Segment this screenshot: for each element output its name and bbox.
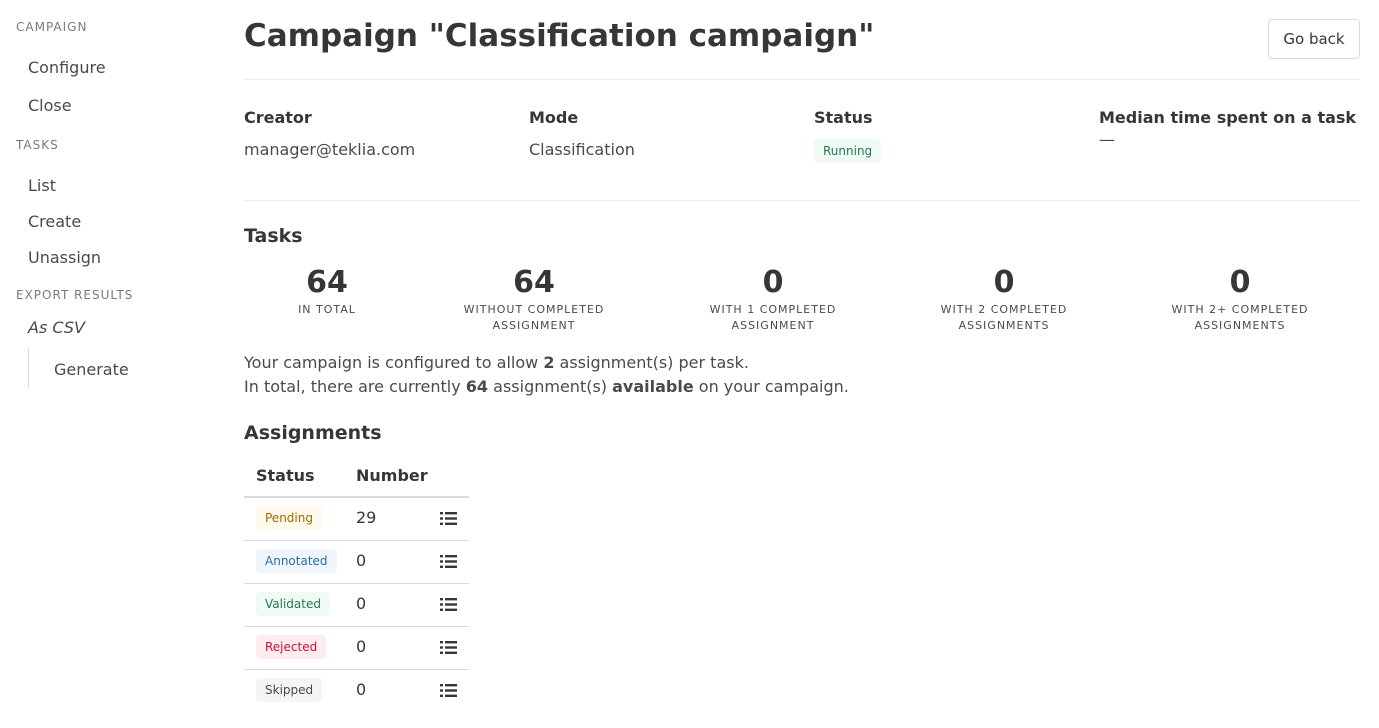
table-row: Rejected 0 <box>244 627 469 670</box>
column-header-status: Status <box>256 466 315 485</box>
stat-with-1-completed: 0 WITH 1 COMPLETED ASSIGNMENT <box>698 266 848 334</box>
stat-value: 64 <box>513 265 555 300</box>
mode-label: Mode <box>529 108 579 127</box>
stat-in-total: 64 IN TOTAL <box>267 266 387 318</box>
status-badge-annotated: Annotated <box>256 549 337 573</box>
status-badge-validated: Validated <box>256 592 330 616</box>
sidebar-item-unassign[interactable]: Unassign <box>28 248 101 267</box>
sidebar-item-configure[interactable]: Configure <box>28 58 106 77</box>
count-value: 0 <box>356 551 367 570</box>
stat-label: WITH 2 COMPLETED <box>940 303 1068 316</box>
list-icon[interactable] <box>440 510 457 527</box>
stat-label: IN TOTAL <box>298 303 356 316</box>
status-badge-skipped: Skipped <box>256 678 323 702</box>
sidebar-item-close[interactable]: Close <box>28 96 72 115</box>
tasks-title: Tasks <box>244 225 303 247</box>
column-header-number: Number <box>356 466 428 485</box>
median-time-label: Median time spent on a task <box>1099 108 1357 127</box>
stat-without-completed: 64 WITHOUT COMPLETED ASSIGNMENT <box>454 266 614 334</box>
list-icon[interactable] <box>440 553 457 570</box>
table-row: Pending 29 <box>244 498 469 541</box>
stat-value: 64 <box>306 265 348 300</box>
stat-label: WITH 2+ COMPLETED <box>1171 303 1309 316</box>
table-row: Annotated 0 <box>244 541 469 584</box>
list-icon[interactable] <box>440 682 457 699</box>
stat-value: 0 <box>1229 265 1251 300</box>
stat-label: ASSIGNMENT <box>492 319 576 332</box>
assignments-title: Assignments <box>244 422 382 444</box>
stat-label: ASSIGNMENT <box>731 319 815 332</box>
stat-value: 0 <box>762 265 784 300</box>
creator-value: manager@teklia.com <box>244 140 416 159</box>
submenu-divider <box>28 348 29 388</box>
stat-label: WITH 1 COMPLETED <box>709 303 837 316</box>
stat-with-2plus-completed: 0 WITH 2+ COMPLETED ASSIGNMENTS <box>1160 266 1320 334</box>
median-time-value: — <box>1099 130 1115 149</box>
stat-value: 0 <box>993 265 1015 300</box>
list-icon[interactable] <box>440 596 457 613</box>
sidebar-label-campaign: CAMPAIGN <box>16 20 88 34</box>
sidebar-item-list[interactable]: List <box>28 176 56 195</box>
stat-with-2-completed: 0 WITH 2 COMPLETED ASSIGNMENTS <box>929 266 1079 334</box>
status-badge: Running <box>814 139 882 163</box>
available-assignments-text: In total, there are currently 64 assignm… <box>244 377 849 396</box>
stat-label: ASSIGNMENTS <box>1194 319 1286 332</box>
stat-label: ASSIGNMENTS <box>958 319 1050 332</box>
list-icon[interactable] <box>440 639 457 656</box>
table-row: Validated 0 <box>244 584 469 627</box>
divider <box>244 79 1360 80</box>
page-title: Campaign "Classification campaign" <box>244 18 875 54</box>
count-value: 0 <box>356 637 367 656</box>
count-value: 0 <box>356 594 367 613</box>
stat-label: WITHOUT COMPLETED <box>463 303 605 316</box>
count-value: 0 <box>356 680 367 699</box>
mode-value: Classification <box>529 140 635 159</box>
sidebar-label-tasks: TASKS <box>16 138 59 152</box>
creator-label: Creator <box>244 108 312 127</box>
status-badge-rejected: Rejected <box>256 635 327 659</box>
status-label: Status <box>814 108 873 127</box>
assignments-per-task-text: Your campaign is configured to allow 2 a… <box>244 353 749 372</box>
sidebar-item-generate[interactable]: Generate <box>54 360 129 379</box>
status-badge-pending: Pending <box>256 506 322 530</box>
sidebar-item-as-csv: As CSV <box>28 318 85 337</box>
count-value: 29 <box>356 508 377 527</box>
divider <box>244 200 1360 201</box>
table-row: Skipped 0 <box>244 670 469 713</box>
sidebar-label-export: EXPORT RESULTS <box>16 288 134 302</box>
sidebar-item-create[interactable]: Create <box>28 212 81 231</box>
go-back-button[interactable]: Go back <box>1268 19 1360 59</box>
